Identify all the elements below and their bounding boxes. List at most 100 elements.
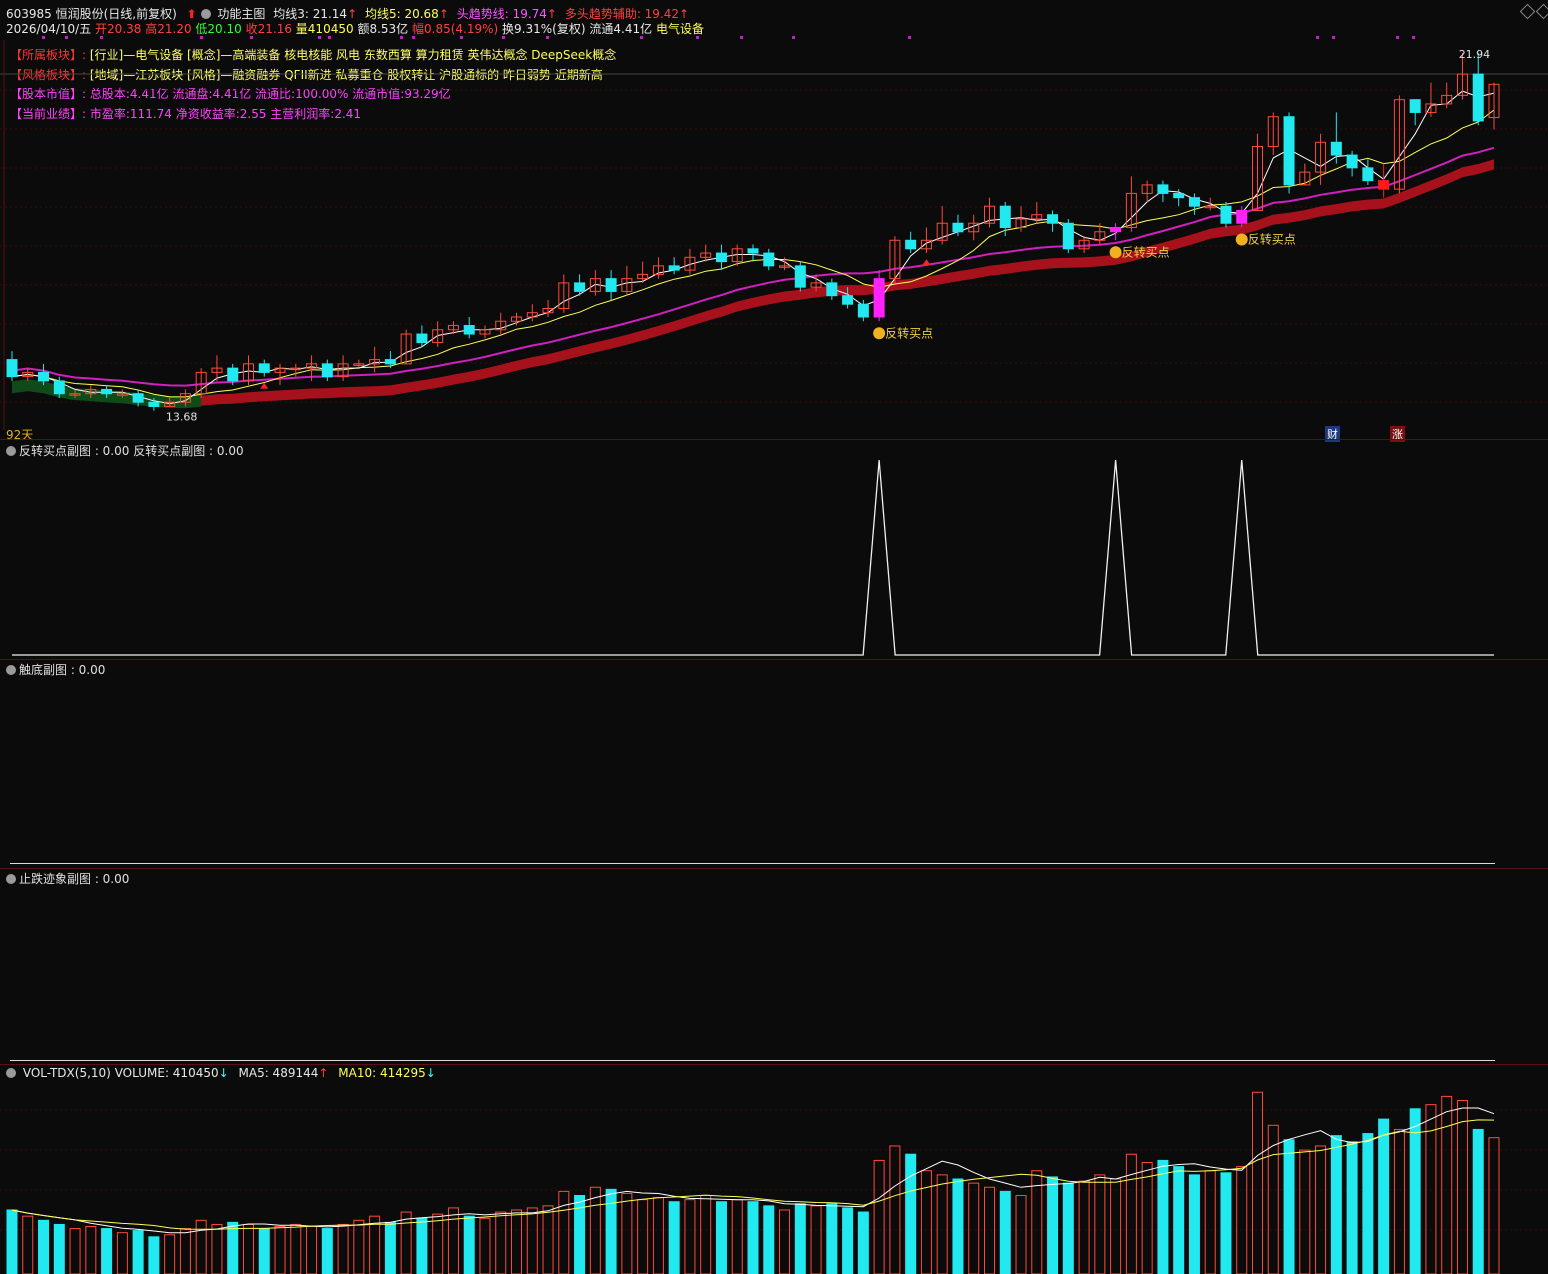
volume-bar xyxy=(700,1195,712,1274)
vol-ma5-value: MA5: 489144 xyxy=(238,1066,319,1080)
volume-bar xyxy=(589,1186,601,1274)
volume-bar xyxy=(952,1178,964,1274)
candle-body xyxy=(321,363,333,378)
vol-header: VOL-TDX(5,10) VOLUME: 410450↓ MA5: 48914… xyxy=(6,1066,436,1080)
vol-toggle-icon[interactable] xyxy=(6,1068,16,1078)
volume-bar xyxy=(1362,1133,1374,1274)
sub2-toggle-icon[interactable] xyxy=(6,665,16,675)
high-price-label: 21.94 xyxy=(1459,48,1491,61)
candle-body xyxy=(416,333,428,344)
volume-bar xyxy=(164,1234,176,1274)
volume-bar xyxy=(1173,1166,1185,1274)
volume-bar xyxy=(432,1213,444,1274)
volume-bar xyxy=(1456,1100,1468,1274)
volume-bar xyxy=(85,1226,97,1274)
candle-body xyxy=(1047,214,1059,224)
candle-body xyxy=(227,367,239,382)
volume-chart[interactable] xyxy=(0,1080,1548,1274)
volume-bar xyxy=(715,1201,727,1274)
volume-bar xyxy=(842,1207,854,1274)
volume-bar xyxy=(1252,1091,1264,1274)
sub3-toggle-icon[interactable] xyxy=(6,874,16,884)
volume-bar xyxy=(1078,1180,1090,1274)
reversal-signal-chart[interactable] xyxy=(0,440,1548,660)
marker-dot xyxy=(65,36,68,39)
candle-body xyxy=(952,222,964,233)
candle-body xyxy=(1362,167,1374,182)
marker-dot xyxy=(792,36,795,39)
marker-dot xyxy=(250,36,253,39)
volume-bar xyxy=(416,1217,428,1274)
volume-bar xyxy=(1125,1153,1137,1274)
volume-bar xyxy=(353,1219,365,1274)
signal-marker-icon xyxy=(1235,233,1248,246)
volume-bar xyxy=(400,1211,412,1274)
candle-body xyxy=(1188,197,1200,207)
candle-body xyxy=(826,282,838,297)
sub3-label: 止跌迹象副图 : 0.00 xyxy=(19,872,130,886)
volume-bar xyxy=(38,1219,50,1274)
volume-bar xyxy=(983,1186,995,1274)
candle-body xyxy=(384,359,396,365)
volume-bar xyxy=(1188,1174,1200,1274)
candle-body xyxy=(148,401,160,407)
marker-dot xyxy=(460,36,463,39)
volume-bar xyxy=(306,1226,318,1274)
volume-bar xyxy=(1141,1161,1153,1274)
main-candlestick-chart[interactable]: 反转买点反转买点反转买点21.9413.68 xyxy=(0,0,1548,440)
volume-bar xyxy=(999,1190,1011,1274)
volume-bar xyxy=(132,1230,144,1274)
marker-dot xyxy=(318,36,321,39)
volume-bar xyxy=(179,1228,191,1274)
trend-line xyxy=(11,146,1495,387)
volume-bar xyxy=(526,1207,538,1274)
volume-bar xyxy=(227,1221,239,1274)
volume-bar xyxy=(637,1199,649,1274)
candle-body xyxy=(873,278,885,318)
volume-bar xyxy=(1378,1118,1390,1274)
volume-bar xyxy=(1315,1145,1327,1274)
vol-indicator-name: VOL-TDX(5,10) xyxy=(22,1066,111,1080)
volume-bar xyxy=(447,1207,459,1274)
candle-body xyxy=(1472,73,1484,122)
candle-body xyxy=(1062,222,1074,250)
sub3-header: 止跌迹象副图 : 0.00 xyxy=(6,870,129,887)
candle-body xyxy=(1236,209,1248,224)
marker-dot xyxy=(42,36,45,39)
sub3-zero-line xyxy=(10,1060,1495,1061)
volume-bar xyxy=(495,1211,507,1274)
volume-bar xyxy=(1299,1149,1311,1274)
marker-dot xyxy=(328,36,331,39)
marker-dot xyxy=(100,36,103,39)
volume-bar xyxy=(857,1211,869,1274)
candle-body xyxy=(1283,116,1295,186)
candle-body xyxy=(574,282,586,292)
volume-bar xyxy=(1330,1135,1342,1274)
candle-body xyxy=(1409,99,1421,113)
volume-bar xyxy=(1346,1141,1358,1274)
volume-bar xyxy=(148,1236,160,1274)
volume-bar xyxy=(1015,1195,1027,1274)
candle-body xyxy=(1220,205,1232,224)
panel-divider xyxy=(0,868,1548,869)
volume-bar xyxy=(684,1199,696,1274)
reversal-signal-line xyxy=(12,459,1494,656)
volume-bar xyxy=(463,1215,475,1274)
volume-bar xyxy=(69,1228,81,1274)
candle-body xyxy=(38,371,50,382)
candle-body xyxy=(258,363,270,373)
signal-label: 反转买点 xyxy=(1122,244,1170,259)
volume-bar xyxy=(873,1159,885,1274)
marker-dot xyxy=(400,36,403,39)
volume-bar xyxy=(968,1182,980,1274)
volume-bar xyxy=(511,1209,523,1274)
volume-bar xyxy=(652,1197,664,1274)
signal-marker-icon xyxy=(873,327,886,340)
volume-bar xyxy=(116,1232,128,1274)
signal-label: 反转买点 xyxy=(885,325,933,340)
marker-dot xyxy=(1316,36,1319,39)
volume-bar xyxy=(1110,1178,1122,1274)
marker-dot xyxy=(1412,36,1415,39)
volume-bar xyxy=(384,1221,396,1274)
marker-dot xyxy=(1396,36,1399,39)
